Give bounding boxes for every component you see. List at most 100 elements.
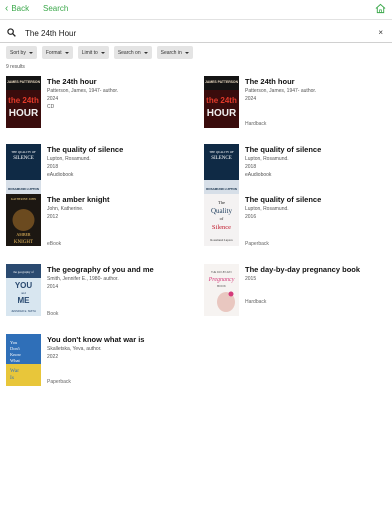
result-year: 2015	[245, 276, 257, 282]
book-cover: THE DAY-BY-DAY Pregnancy BOOK	[204, 264, 239, 316]
cover-line-4: What	[10, 358, 20, 363]
chevron-left-icon: ‹	[5, 2, 9, 14]
cover-title-2: HOUR	[9, 108, 39, 119]
result-author: Skalletska, Yeva, author.	[47, 346, 102, 352]
book-cover: THE QUALITY OF SILENCE ROSAMUND LUPTON	[6, 144, 41, 196]
result-format: Hardback	[245, 121, 267, 127]
top-bar: ‹ Back Search	[0, 0, 392, 20]
result-title: The day-by-day pregnancy book	[245, 265, 361, 274]
result-year: 2014	[47, 284, 59, 290]
result-item[interactable]: JAMES PATTERSON the 24th HOUR The 24th h…	[204, 76, 389, 140]
result-format: eAudiobook	[245, 172, 272, 178]
book-cover: JAMES PATTERSON the 24th HOUR	[204, 76, 239, 128]
cover-line-2: Quality	[211, 207, 232, 215]
result-item[interactable]: KATHERINE JOHN AMBER KNIGHT The amber kn…	[6, 194, 191, 258]
filter-bar: Sort by Format Limit to Search on Search…	[6, 46, 193, 59]
book-cover: You Don't Know What War Is	[6, 334, 41, 386]
back-button[interactable]: ‹ Back	[5, 2, 30, 14]
result-format: eAudiobook	[47, 172, 74, 178]
sort-by-label: Sort by	[10, 49, 26, 56]
clear-search-icon[interactable]: ×	[378, 28, 383, 37]
search-input[interactable]	[25, 25, 365, 41]
cover-line-2: Don't	[10, 346, 21, 351]
cover-line-3: and	[21, 291, 26, 295]
cover-author: JAMES PATTERSON	[205, 80, 239, 84]
result-item[interactable]: THE DAY-BY-DAY Pregnancy BOOK The day-by…	[204, 264, 389, 328]
cover-line-2: KNIGHT	[14, 240, 33, 245]
book-cover: KATHERINE JOHN AMBER KNIGHT	[6, 194, 41, 246]
result-item[interactable]: You Don't Know What War Is You don't kno…	[6, 334, 191, 398]
format-dropdown[interactable]: Format	[41, 46, 73, 59]
result-author: Smith, Jennifer E., 1980- author.	[47, 276, 119, 282]
sort-by-dropdown[interactable]: Sort by	[6, 46, 37, 59]
limit-to-label: Limit to	[81, 49, 98, 56]
cover-line-2: SILENCE	[211, 156, 232, 161]
cover-line-1: the geography of	[13, 270, 33, 274]
result-item[interactable]: JAMES PATTERSON the 24th HOUR The 24th h…	[6, 76, 191, 140]
book-cover: The Quality of Silence Rosamund Lupton	[204, 194, 239, 246]
result-author: Lupton, Rosamund.	[245, 206, 289, 212]
chevron-down-icon	[184, 51, 189, 54]
cover-line-2: Pregnancy	[208, 277, 235, 283]
cover-author: JENNIFER E. SMITH	[11, 309, 36, 313]
home-icon[interactable]	[375, 3, 386, 14]
format-label: Format	[45, 49, 62, 56]
chevron-down-icon	[64, 51, 69, 54]
result-title: The quality of silence	[245, 195, 322, 204]
cover-line-1: THE DAY-BY-DAY	[211, 270, 232, 274]
cover-line-3: Know	[10, 352, 22, 357]
search-icon	[7, 28, 16, 37]
result-title: The amber knight	[47, 195, 110, 204]
result-title: You don't know what war is	[47, 335, 145, 344]
result-title: The geography of you and me	[47, 265, 154, 274]
cover-author: ROSAMUND LUPTON	[206, 187, 237, 191]
limit-to-dropdown[interactable]: Limit to	[77, 46, 109, 59]
cover-author: KATHERINE JOHN	[11, 197, 37, 201]
search-on-dropdown[interactable]: Search on	[113, 46, 152, 59]
result-author: Lupton, Rosamund.	[245, 156, 289, 162]
result-title: The quality of silence	[245, 145, 322, 154]
result-year: 2018	[245, 164, 257, 170]
search-in-label: Search in	[160, 49, 182, 56]
result-format: Hardback	[245, 299, 267, 305]
book-cover: THE QUALITY OF SILENCE ROSAMUND LUPTON	[204, 144, 239, 196]
result-year: 2024	[245, 96, 257, 102]
back-label: Back	[11, 4, 30, 13]
chevron-down-icon	[143, 51, 148, 54]
chevron-down-icon	[100, 51, 105, 54]
cover-line-2: YOU	[15, 281, 33, 290]
cover-line-1: THE QUALITY OF	[11, 150, 36, 154]
search-bar: ×	[0, 22, 392, 43]
search-on-label: Search on	[117, 49, 141, 56]
search-in-dropdown[interactable]: Search in	[156, 46, 193, 59]
result-author: Patterson, James, 1947- author.	[245, 88, 317, 94]
cover-line-3: BOOK	[217, 284, 226, 288]
cover-author: ROSAMUND LUPTON	[8, 187, 39, 191]
result-format: CD	[47, 104, 55, 110]
cover-line-5: War	[10, 368, 19, 374]
cover-title-2: HOUR	[207, 108, 237, 119]
cover-line-3: of	[220, 216, 224, 221]
result-format: eBook	[47, 241, 62, 247]
result-year: 2018	[47, 164, 59, 170]
book-cover: JAMES PATTERSON the 24th HOUR	[6, 76, 41, 128]
result-author: Lupton, Rosamund.	[47, 156, 91, 162]
cover-author: JAMES PATTERSON	[7, 80, 41, 84]
result-year: 2022	[47, 354, 59, 360]
cover-line-1: THE QUALITY OF	[209, 150, 234, 154]
result-author: Patterson, James, 1947- author.	[47, 88, 119, 94]
result-year: 2012	[47, 214, 59, 220]
results-count: 9 results	[6, 64, 25, 70]
result-title: The 24th hour	[47, 77, 97, 86]
cover-title-1: the 24th	[206, 96, 237, 105]
result-author: John, Katherine.	[47, 206, 84, 212]
cover-line-1: The	[218, 200, 225, 205]
cover-line-1: You	[10, 340, 18, 345]
cover-line-4: Silence	[212, 224, 231, 231]
result-item[interactable]: the geography of YOU and ME JENNIFER E. …	[6, 264, 191, 328]
cover-line-1: AMBER	[16, 232, 31, 237]
chevron-down-icon	[28, 51, 33, 54]
result-item[interactable]: The Quality of Silence Rosamund Lupton T…	[204, 194, 389, 258]
result-format: Book	[47, 311, 59, 317]
result-format: Paperback	[47, 379, 71, 385]
